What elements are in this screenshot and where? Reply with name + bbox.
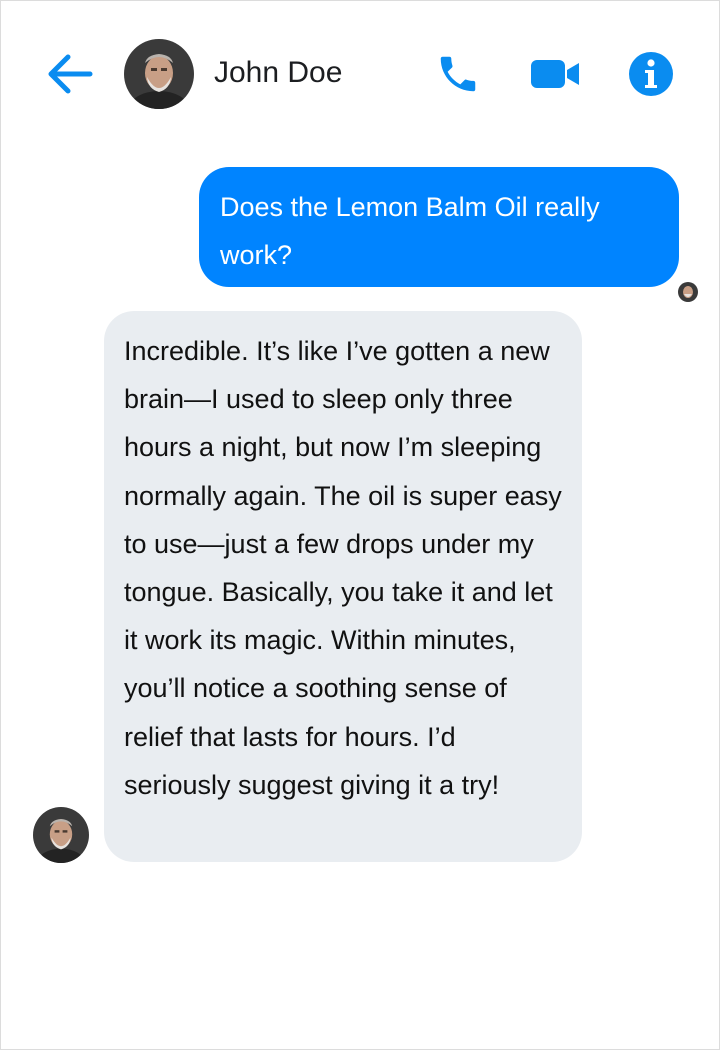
sender-avatar[interactable] [33, 807, 89, 863]
read-receipt-icon [678, 282, 698, 302]
phone-icon [440, 56, 476, 92]
video-camera-icon [531, 60, 579, 88]
chat-header: John Doe [1, 1, 719, 141]
info-button[interactable] [628, 51, 674, 97]
arrow-left-icon [48, 54, 93, 94]
contact-avatar[interactable] [124, 39, 194, 109]
back-button[interactable] [46, 51, 94, 97]
video-call-button[interactable] [529, 56, 583, 92]
outgoing-message[interactable]: Does the Lemon Balm Oil really work? [199, 167, 679, 287]
avatar-photo [124, 39, 194, 109]
incoming-message[interactable]: Incredible. It’s like I’ve gotten a new … [104, 311, 582, 862]
contact-name[interactable]: John Doe [214, 55, 342, 91]
chat-window: John Doe Does the Lemon Balm Oil really … [0, 0, 720, 1050]
read-receipt-avatar [678, 282, 698, 302]
avatar-photo [33, 807, 89, 863]
info-icon [629, 52, 673, 96]
call-button[interactable] [435, 51, 481, 97]
